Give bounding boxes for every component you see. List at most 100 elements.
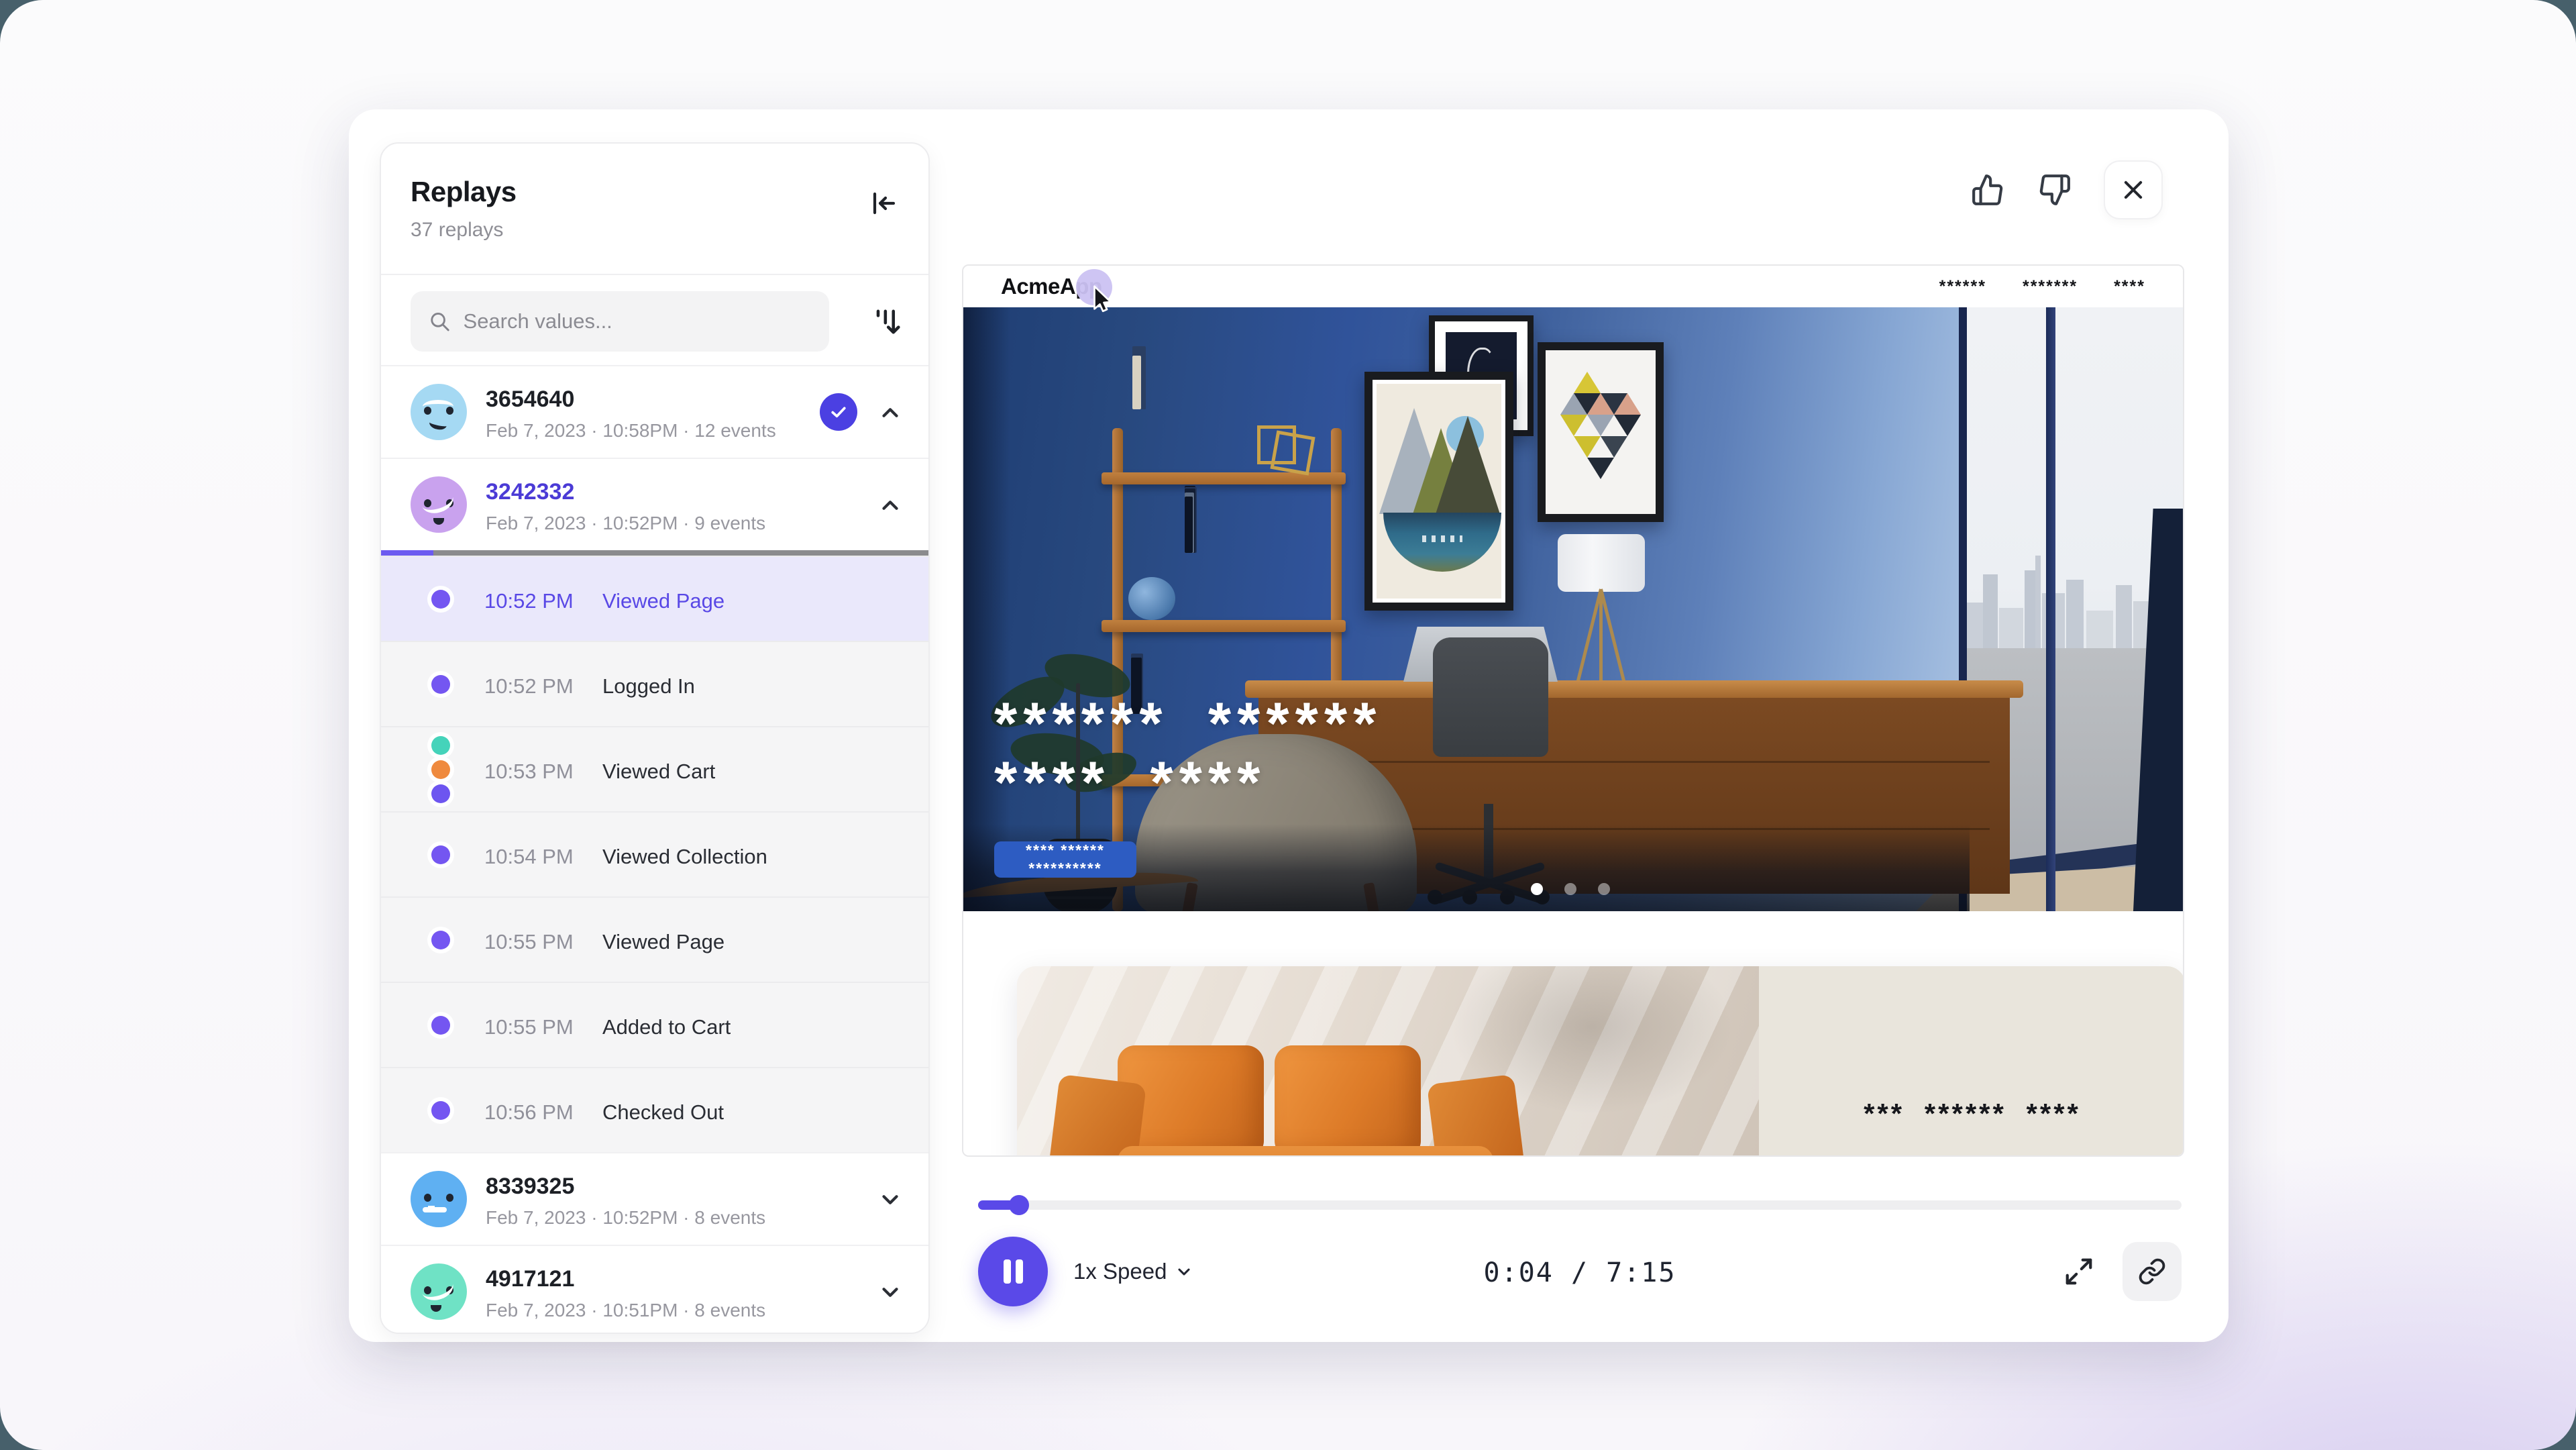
vase	[1128, 577, 1175, 620]
event-time: 10:55 PM	[484, 930, 574, 954]
chevron-down-icon[interactable]	[877, 1280, 903, 1305]
site-nav: ****** ******* ****	[1939, 277, 2145, 297]
event-row[interactable]: 10:52 PM Logged In	[381, 641, 928, 726]
close-button[interactable]	[2104, 160, 2163, 219]
window-mullion	[2046, 307, 2055, 911]
event-dot	[431, 760, 450, 779]
avatar-mouth	[429, 417, 448, 431]
avatar	[411, 1171, 467, 1227]
event-dot	[431, 931, 450, 949]
sort-button[interactable]	[868, 303, 906, 341]
event-time: 10:55 PM	[484, 1015, 574, 1039]
event-row[interactable]: 10:54 PM Viewed Collection	[381, 811, 928, 896]
hero-masked-heading: ****** ******	[994, 699, 1382, 747]
replays-header: Replays 37 replays	[381, 144, 928, 275]
event-label: Viewed Collection	[602, 845, 767, 869]
sofa-seat	[1118, 1146, 1493, 1157]
session-meta: Feb 7, 2023 · 10:51PM · 8 events	[486, 1300, 765, 1321]
expand-button[interactable]	[2061, 1253, 2097, 1290]
session-id: 3654640	[486, 386, 574, 413]
event-label: Viewed Cart	[602, 760, 715, 784]
seek-knob[interactable]	[1009, 1195, 1029, 1215]
nav-item-masked: *******	[2023, 277, 2078, 297]
page-background: Replays 37 replays	[0, 0, 2576, 1450]
sofa-cushion	[1275, 1045, 1421, 1157]
avatar-mouth	[419, 485, 456, 517]
edge-shadow	[963, 307, 1010, 911]
product-info-panel: *** ****** ****	[1759, 966, 2184, 1157]
picture-frame-mountains	[1364, 372, 1513, 611]
pause-button[interactable]	[978, 1237, 1048, 1306]
session-row-4917121[interactable]: 4917121 Feb 7, 2023 · 10:51PM · 8 events	[381, 1245, 928, 1334]
event-timeline: 10:52 PM Viewed Page 10:52 PM Logged In …	[381, 556, 928, 1152]
seek-track[interactable]	[978, 1200, 2182, 1210]
shelf	[1102, 620, 1346, 632]
pause-icon	[1004, 1259, 1011, 1284]
event-time: 10:56 PM	[484, 1100, 574, 1125]
carousel-dots	[1531, 883, 1610, 895]
event-row[interactable]: 10:55 PM Viewed Page	[381, 896, 928, 982]
event-dot	[431, 675, 450, 694]
speed-label: 1x Speed	[1073, 1259, 1167, 1284]
avatar-mouth	[419, 1272, 456, 1304]
collapse-panel-button[interactable]	[865, 187, 900, 221]
event-row[interactable]: 10:55 PM Added to Cart	[381, 982, 928, 1067]
session-row-8339325[interactable]: 8339325 Feb 7, 2023 · 10:52PM · 8 events	[381, 1152, 928, 1245]
event-row[interactable]: 10:53 PM Viewed Cart	[381, 726, 928, 811]
copy-link-button[interactable]	[2123, 1242, 2182, 1301]
product-card: *** ****** ****	[1017, 966, 2184, 1157]
session-row-3654640[interactable]: 3654640 Feb 7, 2023 · 10:58PM · 12 event…	[381, 365, 928, 458]
avatar-eye	[446, 1194, 453, 1202]
chevron-down-icon	[1175, 1262, 1193, 1281]
avatar-mouth	[423, 1207, 447, 1212]
event-dot	[431, 1016, 450, 1035]
replays-panel: Replays 37 replays	[380, 142, 930, 1334]
chevron-down-icon[interactable]	[877, 1187, 903, 1212]
avatar-mouth	[433, 518, 444, 525]
close-icon	[2121, 177, 2146, 203]
event-row[interactable]: 10:52 PM Viewed Page	[381, 556, 928, 641]
picture-frame-triangles	[1538, 342, 1664, 522]
expand-icon	[2063, 1256, 2094, 1287]
session-meta: Feb 7, 2023 · 10:52PM · 9 events	[486, 513, 765, 534]
player-controls: 1x Speed 0:04 / 7:15	[978, 1235, 2182, 1308]
event-label: Viewed Page	[602, 930, 724, 954]
nav-item-masked: ****	[2114, 277, 2145, 297]
check-badge[interactable]	[820, 393, 857, 431]
replay-modal: Replays 37 replays	[349, 109, 2229, 1342]
chevron-up-icon[interactable]	[877, 493, 903, 518]
time-display: 0:04 / 7:15	[1484, 1257, 1676, 1288]
event-dot	[431, 1101, 450, 1120]
sofa-arm	[1044, 1074, 1146, 1157]
sofa-arm	[1427, 1074, 1529, 1157]
thumbs-down-button[interactable]	[2037, 172, 2073, 208]
chevron-up-icon[interactable]	[877, 400, 903, 425]
search-row	[381, 275, 928, 365]
floor-lamp	[1558, 534, 1645, 592]
session-row-3242332[interactable]: 3242332 Feb 7, 2023 · 10:52PM · 9 events	[381, 458, 928, 550]
avatar	[411, 1263, 467, 1320]
thumbs-up-icon	[1971, 173, 2004, 207]
thumbs-up-button[interactable]	[1970, 172, 2006, 208]
event-label: Added to Cart	[602, 1015, 731, 1039]
player-toolbar	[1970, 160, 2163, 219]
replay-page-body: *** ****** ****	[963, 911, 2183, 1157]
session-progress-bar[interactable]	[381, 550, 928, 556]
event-row[interactable]: 10:56 PM Checked Out	[381, 1067, 928, 1152]
speed-selector[interactable]: 1x Speed	[1073, 1259, 1193, 1284]
drawer-line	[1279, 761, 1990, 763]
search-input[interactable]	[411, 291, 829, 352]
seek-bar[interactable]	[978, 1195, 2182, 1215]
check-icon	[828, 402, 849, 422]
shelf	[1102, 472, 1346, 484]
event-dot	[431, 736, 450, 755]
session-progress-played	[381, 550, 433, 556]
event-dot	[431, 590, 450, 609]
event-time: 10:52 PM	[484, 589, 574, 613]
event-time: 10:53 PM	[484, 760, 574, 784]
event-dot	[431, 845, 450, 864]
search-input-field[interactable]	[464, 309, 812, 333]
page-title: Replays	[411, 176, 899, 208]
link-icon	[2138, 1257, 2166, 1286]
cursor-icon	[1087, 283, 1118, 314]
